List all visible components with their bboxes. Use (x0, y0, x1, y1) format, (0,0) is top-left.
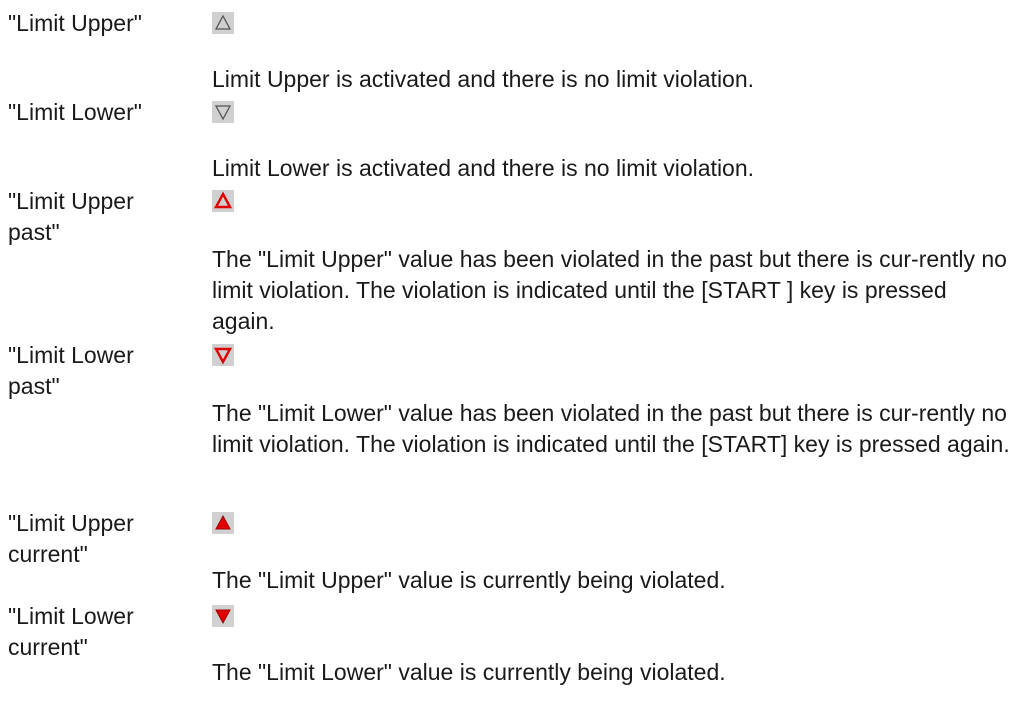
triangle-up-red-outline-icon (212, 190, 234, 212)
term-description: The "Limit Lower" value has been violate… (212, 400, 1010, 457)
term-description: Limit Lower is activated and there is no… (212, 155, 755, 181)
term-description: The "Limit Upper" value is currently bei… (212, 567, 726, 593)
term-label: "Limit Lower current" (8, 603, 134, 660)
triangle-down-outline-icon (212, 101, 234, 123)
triangle-down-red-outline-icon (212, 344, 234, 366)
term-label: "Limit Upper current" (8, 510, 134, 567)
term-description: The "Limit Lower" value is currently bei… (212, 659, 726, 685)
term-description: The "Limit Upper" value has been violate… (212, 246, 1007, 334)
term-label: "Limit Lower past" (8, 342, 134, 399)
term-description: Limit Upper is activated and there is no… (212, 66, 755, 92)
term-label: "Limit Upper" (8, 10, 142, 36)
term-label: "Limit Upper past" (8, 188, 134, 245)
triangle-down-red-filled-icon (212, 605, 234, 627)
triangle-up-red-filled-icon (212, 512, 234, 534)
term-label: "Limit Lower" (8, 99, 142, 125)
triangle-up-outline-icon (212, 12, 234, 34)
